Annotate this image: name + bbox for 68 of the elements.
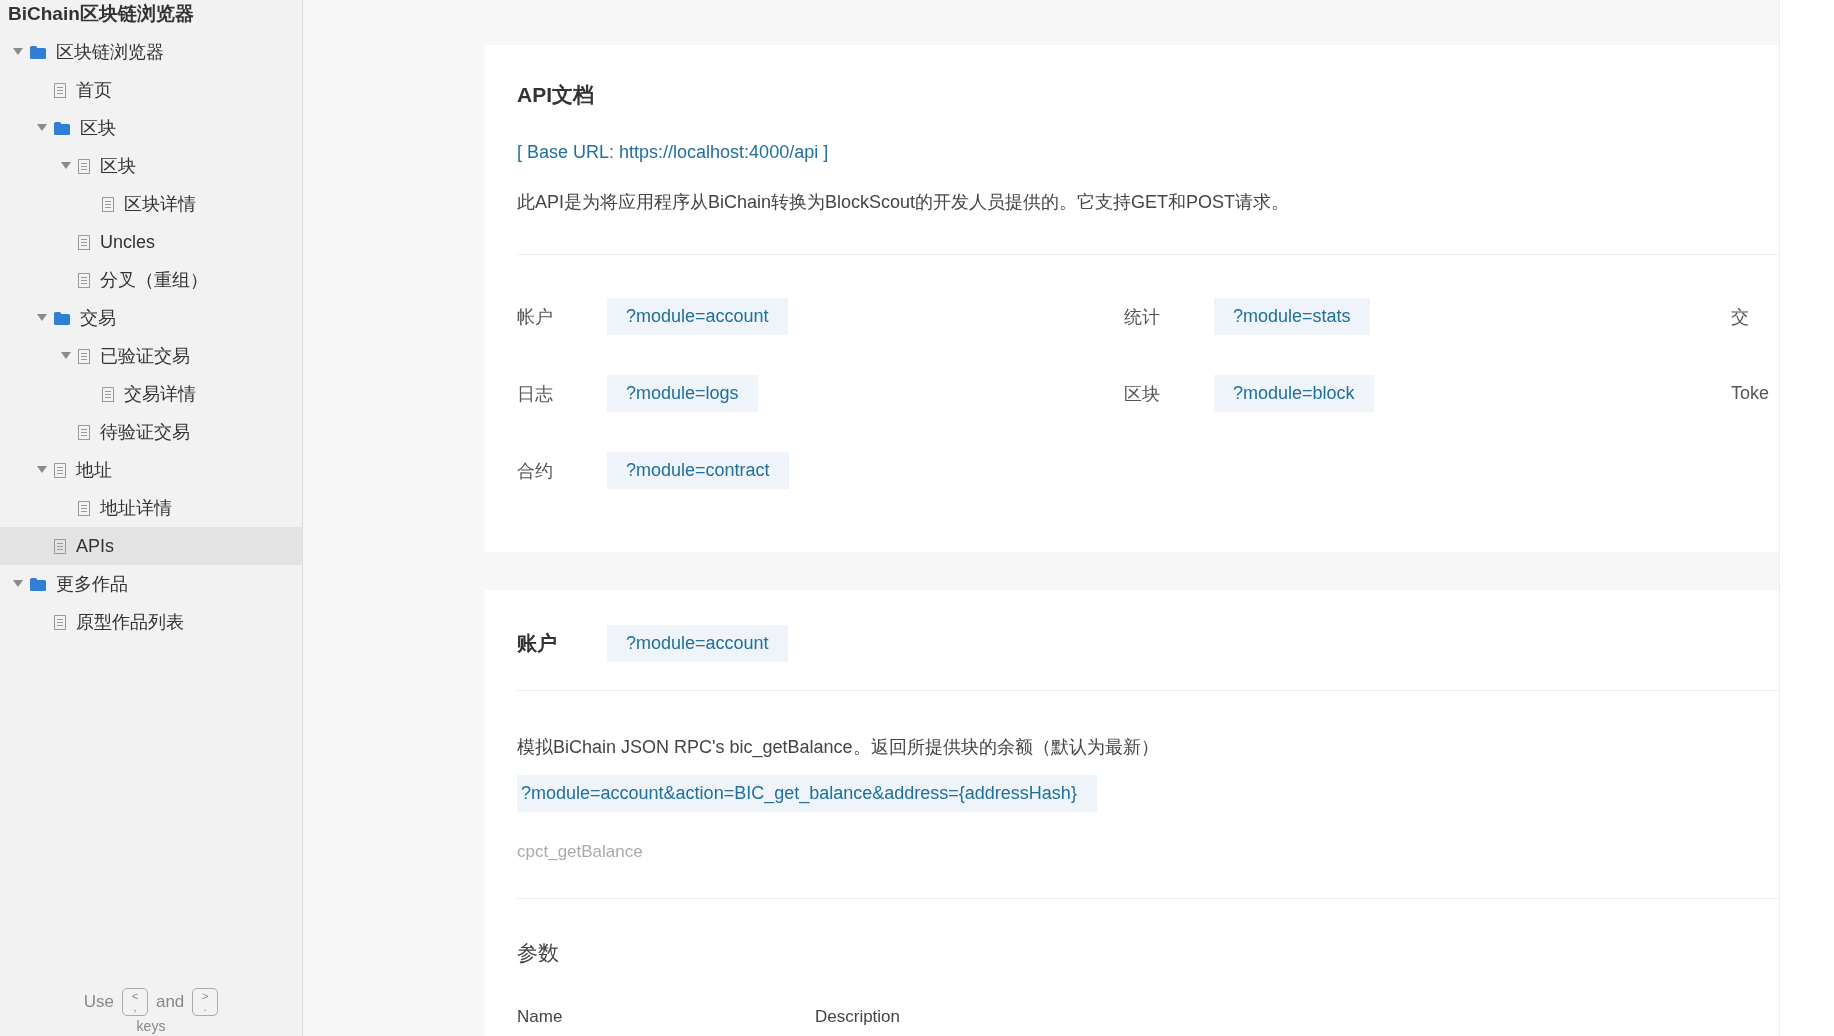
page-icon [78, 234, 90, 250]
caret-icon[interactable] [37, 124, 47, 132]
module-label: 区块 [1124, 382, 1161, 406]
page-icon [54, 614, 66, 630]
tree-item[interactable]: 地址 [0, 451, 302, 489]
tree-item[interactable]: 原型作品列表 [0, 603, 302, 641]
module-label: 统计 [1124, 305, 1161, 329]
tree-item[interactable]: 待验证交易 [0, 413, 302, 451]
module-link[interactable]: ?module=contract [607, 452, 789, 489]
folder-icon [30, 577, 46, 591]
caret-icon[interactable] [13, 48, 23, 56]
hint-text: Use [83, 992, 114, 1012]
folder-icon [54, 121, 70, 135]
tree-item[interactable]: 更多作品 [0, 565, 302, 603]
tree-item[interactable]: 区块详情 [0, 185, 302, 223]
section-title: 账户 [517, 631, 558, 656]
page-icon [102, 196, 114, 212]
page-icon [78, 424, 90, 440]
page-icon [78, 272, 90, 288]
tree-item[interactable]: 区块 [0, 109, 302, 147]
module-link[interactable]: ?module=logs [607, 375, 758, 412]
module-label: Toke [1731, 383, 1771, 404]
caret-icon[interactable] [13, 580, 23, 588]
caret-icon[interactable] [61, 352, 71, 360]
tree-item[interactable]: Uncles [0, 223, 302, 261]
sidebar-title: BiChain区块链浏览器 [7, 2, 195, 26]
module-link[interactable]: ?module=account [607, 298, 788, 335]
page-icon [54, 462, 66, 478]
module-label: 交 [1731, 305, 1750, 329]
tree-item[interactable]: 地址详情 [0, 489, 302, 527]
module-link[interactable]: ?module=stats [1214, 298, 1370, 335]
base-url-link[interactable]: [ Base URL: https://localhost:4000/api ] [517, 142, 1779, 163]
folder-icon [54, 311, 70, 325]
params-title: 参数 [517, 940, 560, 966]
keyboard-key: > . [192, 988, 219, 1016]
tree-item[interactable]: 区块 [0, 147, 302, 185]
folder-icon [30, 45, 46, 59]
page-icon [78, 500, 90, 516]
endpoint-url[interactable]: ?module=account&action=BIC_get_balance&address={addressHash} [517, 775, 1097, 812]
section-title: API文档 [517, 82, 595, 108]
page-icon [54, 538, 66, 554]
hint-text: and [155, 992, 185, 1012]
page-icon [78, 348, 90, 364]
tree-item[interactable]: 已验证交易 [0, 337, 302, 375]
hint-text: keys [136, 1018, 166, 1034]
page-icon [54, 82, 66, 98]
endpoint-description: 模拟BiChain JSON RPC's bic_getBalance。返回所提供块的余额（默认为最新） [517, 736, 1160, 759]
module-label: 帐户 [517, 305, 554, 329]
endpoint-alias: cpct_getBalance [517, 842, 644, 862]
module-label: 合约 [517, 459, 554, 483]
page-icon [102, 386, 114, 402]
tree-item[interactable]: 交易 [0, 299, 302, 337]
description-text: 此API是为将应用程序从BiChain转换为BlockScout的开发人员提供的。它支持GET和POST请求。 [517, 191, 1291, 214]
keyboard-key: < , [121, 988, 148, 1016]
page-icon [78, 158, 90, 174]
module-link[interactable]: ?module=account [607, 625, 788, 662]
tree-item[interactable]: 分叉（重组） [0, 261, 302, 299]
module-label: 日志 [517, 382, 554, 406]
tree-item[interactable]: APIs [0, 527, 302, 565]
column-header: Name [517, 1007, 564, 1027]
column-header: Description [815, 1007, 902, 1027]
caret-icon[interactable] [37, 466, 47, 474]
tree-item[interactable]: 首页 [0, 71, 302, 109]
tree-item[interactable]: 交易详情 [0, 375, 302, 413]
module-link[interactable]: ?module=block [1214, 375, 1374, 412]
caret-icon[interactable] [37, 314, 47, 322]
caret-icon[interactable] [61, 162, 71, 170]
tree-item[interactable]: 区块链浏览器 [0, 33, 302, 71]
